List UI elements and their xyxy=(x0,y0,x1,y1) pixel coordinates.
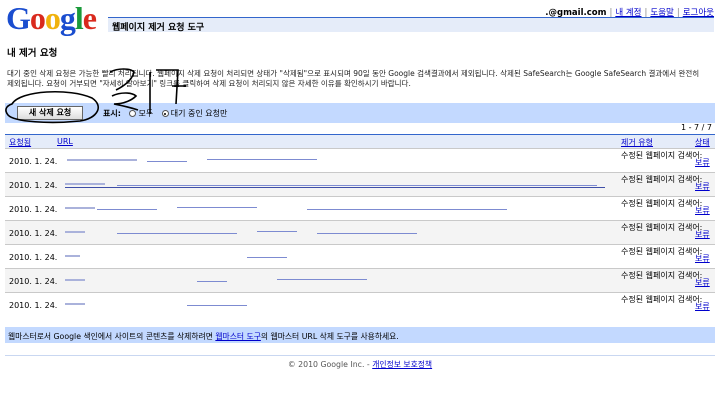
result-count: 1 - 7 / 7 xyxy=(680,123,712,132)
col-reason-header[interactable]: 제거 유형 xyxy=(621,137,653,148)
row-status-link[interactable]: 보류 xyxy=(695,253,710,264)
row-status-link[interactable]: 보류 xyxy=(695,229,710,240)
col-requested-header[interactable]: 요청됨 xyxy=(9,137,31,148)
row-date: 2010. 1. 24. xyxy=(9,253,58,262)
table-row: 2010. 1. 24. 수정된 웹페이지 검색어: 보류 xyxy=(5,220,715,244)
requests-table: 요청됨 URL 제거 유형 상태 2010. 1. 24. 수정된 웹페이지 검색… xyxy=(5,134,715,316)
row-date: 2010. 1. 24. xyxy=(9,277,58,286)
my-account-link[interactable]: 내 계정 xyxy=(615,8,641,18)
radio-all-label[interactable]: 모두 xyxy=(138,109,153,118)
row-reason: 수정된 웹페이지 검색어: xyxy=(621,151,703,160)
copyright-text: © 2010 Google Inc. - xyxy=(287,360,373,369)
row-status-link[interactable]: 보류 xyxy=(695,205,710,216)
table-row: 2010. 1. 24. 수정된 웹페이지 검색어: 보류 xyxy=(5,292,715,316)
show-label: 표시: xyxy=(103,109,121,118)
row-date: 2010. 1. 24. xyxy=(9,157,58,166)
show-filter: 표시: 모두 대기 중인 요청만 xyxy=(103,108,227,119)
intro-text: 대기 중인 삭제 요청은 가능한 빨리 처리됩니다. 웹페이지 삭제 요청이 처… xyxy=(7,69,700,88)
radio-pending-label[interactable]: 대기 중인 요청만 xyxy=(171,109,228,118)
radio-pending-only[interactable] xyxy=(161,110,169,117)
tool-title: 웹페이지 제거 요청 도구 xyxy=(108,17,714,33)
col-url-header[interactable]: URL xyxy=(57,137,73,146)
sign-out-link[interactable]: 로그아웃 xyxy=(683,8,714,18)
row-date: 2010. 1. 24. xyxy=(9,301,58,310)
row-status-link[interactable]: 보류 xyxy=(695,181,710,192)
copyright: © 2010 Google Inc. - 개인정보 보호정책 xyxy=(0,359,720,370)
table-row: 2010. 1. 24. 수정된 웹페이지 검색어: 보류 xyxy=(5,244,715,268)
row-date: 2010. 1. 24. xyxy=(9,181,58,190)
table-row: 2010. 1. 24. 수정된 웹페이지 검색어: 보류 xyxy=(5,148,715,172)
row-reason: 수정된 웹페이지 검색어: xyxy=(621,199,703,208)
privacy-policy-link[interactable]: 개인정보 보호정책 xyxy=(372,360,432,369)
row-reason: 수정된 웹페이지 검색어: xyxy=(621,175,703,184)
table-row: 2010. 1. 24. 수정된 웹페이지 검색어: 보류 xyxy=(5,268,715,292)
webmaster-note: 웹마스터로서 Google 색인에서 사이트의 콘텐츠를 삭제하려면 웹마스터 … xyxy=(5,327,715,343)
row-date: 2010. 1. 24. xyxy=(9,229,58,238)
table-row: 2010. 1. 24. 수정된 웹페이지 검색어: 보류 xyxy=(5,172,715,196)
row-status-link[interactable]: 보류 xyxy=(695,301,710,312)
row-reason: 수정된 웹페이지 검색어: xyxy=(621,271,703,280)
filter-bar: 새 삭제 요청 표시: 모두 대기 중인 요청만 xyxy=(5,103,715,123)
new-removal-request-button[interactable]: 새 삭제 요청 xyxy=(17,106,83,120)
row-reason: 수정된 웹페이지 검색어: xyxy=(621,223,703,232)
webmaster-tools-link[interactable]: 웹마스터 도구 xyxy=(215,332,261,341)
webmaster-note-text: 웹마스터로서 Google 색인에서 사이트의 콘텐츠를 삭제하려면 xyxy=(8,332,216,341)
top-nav: .@gmail.com | 내 계정 | 도움말 | 로그아웃 xyxy=(545,8,714,18)
row-reason: 수정된 웹페이지 검색어: xyxy=(621,247,703,256)
table-header: 요청됨 URL 제거 유형 상태 xyxy=(5,134,715,148)
account-email: .@gmail.com xyxy=(545,8,607,18)
page-title: 내 제거 요청 xyxy=(7,48,58,59)
col-status-header[interactable]: 상태 xyxy=(695,137,710,148)
google-logo[interactable]: Google xyxy=(6,1,97,35)
row-reason: 수정된 웹페이지 검색어: xyxy=(621,295,703,304)
webmaster-note-text-end: 의 웹마스터 URL 삭제 도구를 사용하세요. xyxy=(260,332,399,341)
row-status-link[interactable]: 보류 xyxy=(695,277,710,288)
row-date: 2010. 1. 24. xyxy=(9,205,58,214)
help-link[interactable]: 도움말 xyxy=(650,8,673,18)
footer-divider xyxy=(5,355,715,356)
table-row: 2010. 1. 24. 수정된 웹페이지 검색어: 보류 xyxy=(5,196,715,220)
row-status-link[interactable]: 보류 xyxy=(695,157,710,168)
radio-all[interactable] xyxy=(129,110,137,117)
